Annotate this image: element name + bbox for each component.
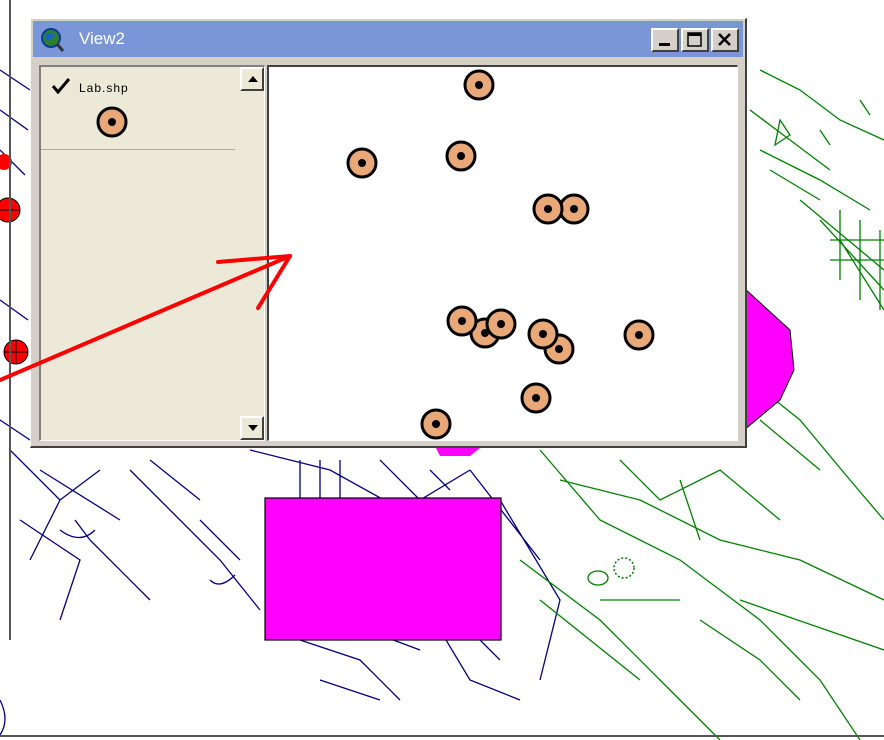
visibility-checkbox[interactable] — [51, 77, 71, 95]
close-icon — [718, 33, 731, 46]
scroll-up-button[interactable] — [240, 67, 264, 91]
circle-dot-icon — [96, 106, 128, 138]
layer-name: Lab.shp — [79, 81, 129, 95]
point-feature[interactable] — [445, 140, 477, 172]
maximize-icon — [687, 32, 702, 47]
point-feature[interactable] — [420, 408, 452, 440]
point-feature[interactable] — [346, 147, 378, 179]
point-feature[interactable] — [558, 193, 590, 225]
green-symbol-feature — [587, 570, 609, 586]
minimize-button[interactable] — [651, 28, 679, 52]
magenta-polygon-bottom — [436, 448, 480, 456]
point-feature[interactable] — [527, 318, 559, 350]
point-feature[interactable] — [463, 69, 495, 101]
point-feature[interactable] — [623, 319, 655, 351]
map-view[interactable] — [267, 65, 738, 441]
table-of-contents: Lab.shp — [39, 65, 265, 441]
point-feature[interactable] — [485, 308, 517, 340]
vertical-scrollbar[interactable] — [240, 67, 264, 440]
close-button[interactable] — [711, 28, 739, 52]
scroll-down-button[interactable] — [240, 416, 264, 440]
layer-entry-lab[interactable]: Lab.shp — [41, 67, 235, 150]
green-dotted-feature — [613, 557, 635, 579]
point-feature[interactable] — [446, 305, 478, 337]
checkmark-icon — [51, 78, 71, 95]
point-feature[interactable] — [520, 382, 552, 414]
arrow-down-icon — [248, 425, 258, 431]
maximize-button[interactable] — [681, 28, 709, 52]
lab-points-layer — [346, 69, 655, 440]
arrow-up-icon — [248, 76, 258, 82]
minimize-icon — [659, 43, 670, 46]
view-window: View2 Lab.shp — [30, 18, 747, 448]
point-feature[interactable] — [532, 193, 564, 225]
magenta-rectangle — [264, 497, 502, 641]
title-bar[interactable]: View2 — [33, 21, 743, 57]
window-title: View2 — [79, 29, 125, 48]
globe-magnifier-icon — [41, 28, 65, 52]
red-crosshair-points — [0, 154, 29, 365]
